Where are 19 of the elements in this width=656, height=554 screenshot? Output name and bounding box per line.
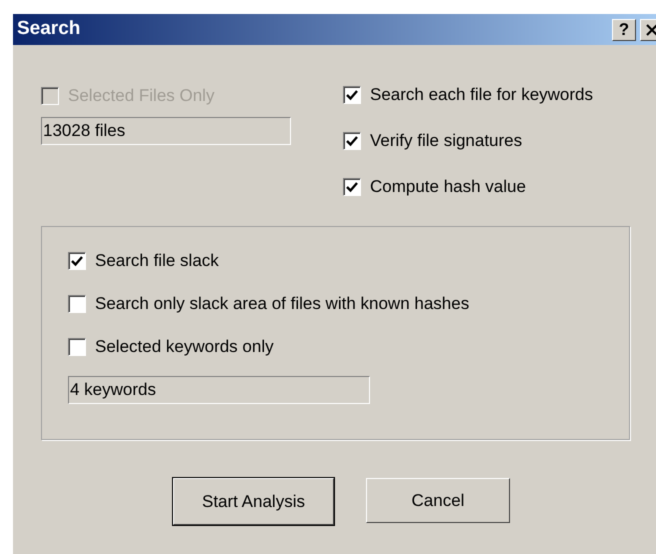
close-icon (646, 24, 656, 36)
dialog-button[interactable]: Cancel (366, 478, 510, 523)
checkbox-label: Search each file for keywords (370, 84, 593, 106)
dialog-button[interactable]: Start Analysis (173, 478, 334, 525)
checkbox-label: Compute hash value (370, 176, 526, 198)
checkbox-label: Search file slack (95, 250, 219, 272)
checkbox[interactable] (68, 294, 86, 312)
checkbox[interactable] (343, 178, 361, 196)
help-button[interactable]: ? (612, 18, 636, 40)
count-field: 13028 files (41, 117, 291, 145)
checkbox[interactable] (343, 132, 361, 150)
checkbox[interactable] (68, 252, 86, 270)
checkbox-label: Verify file signatures (370, 130, 522, 152)
window-title: Search (17, 17, 80, 42)
checkbox[interactable] (343, 86, 361, 104)
checkbox[interactable] (68, 338, 86, 356)
checkbox-label: Selected keywords only (95, 336, 274, 358)
count-field: 4 keywords (68, 376, 370, 404)
checkbox-label: Search only slack area of files with known hashes (95, 292, 470, 315)
